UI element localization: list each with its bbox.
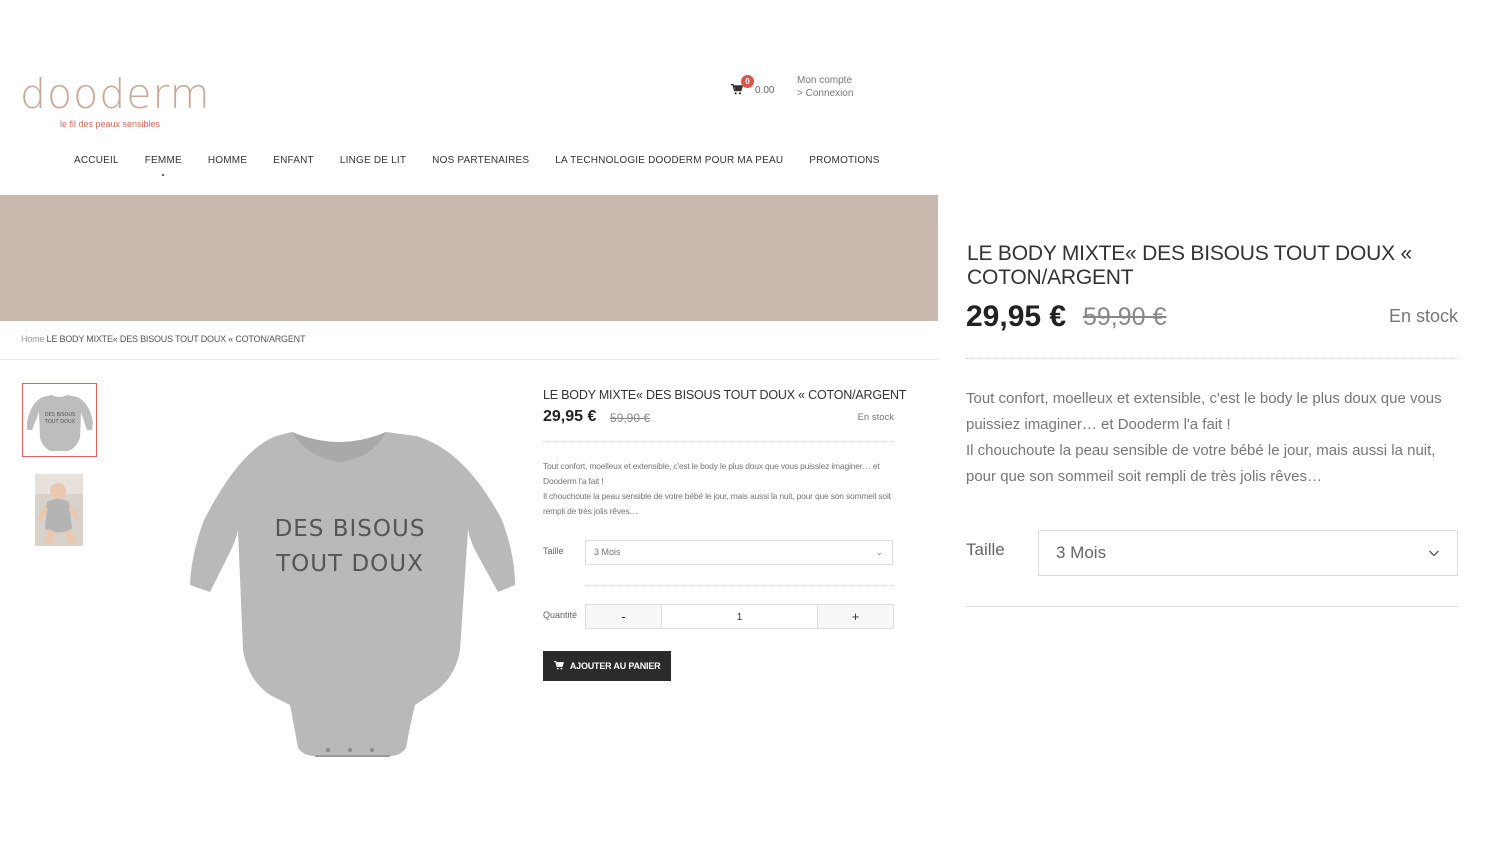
login-link[interactable]: > Connexion	[797, 87, 853, 100]
breadcrumb: Home LE BODY MIXTE« DES BISOUS TOUT DOUX…	[21, 334, 305, 344]
shopping-cart-icon	[731, 83, 744, 98]
quantity-decrease-button[interactable]: -	[586, 605, 661, 628]
quantity-label: Quantité	[543, 610, 578, 620]
zoom-size-select[interactable]: 3 Mois	[1038, 530, 1458, 576]
product-title: LE BODY MIXTE« DES BISOUS TOUT DOUX « CO…	[543, 388, 907, 402]
chevron-down-icon	[1429, 531, 1439, 575]
shopping-cart-icon	[553, 660, 566, 671]
product-description: Tout confort, moelleux et extensible, c'…	[543, 459, 893, 519]
add-to-cart-label: AJOUTER AU PANIER	[569, 661, 661, 671]
nav-item-nos-partenaires[interactable]: NOS PARTENAIRES	[432, 155, 529, 171]
quantity-stepper: - 1 +	[585, 604, 894, 629]
zoom-product-old-price: 59,90 €	[1083, 303, 1167, 331]
main-nav: ACCUEIL FEMME HOMME ENFANT LINGE DE LIT …	[74, 155, 906, 176]
divider	[966, 606, 1458, 607]
divider	[543, 441, 894, 442]
cart-widget[interactable]: 0 0.00	[731, 75, 791, 102]
nav-item-linge-de-lit[interactable]: LINGE DE LIT	[340, 155, 406, 171]
stock-status: En stock	[857, 412, 894, 423]
zoom-description-paragraph-2: Il chouchoute la peau sensible de votre …	[966, 442, 1436, 485]
cart-total: 0.00	[755, 85, 775, 96]
zoom-stock-status: En stock	[1388, 306, 1458, 326]
nav-item-enfant[interactable]: ENFANT	[273, 155, 314, 171]
product-old-price: 59,90 €	[610, 411, 651, 425]
product-thumbnail-2[interactable]	[35, 474, 83, 546]
breadcrumb-current: LE BODY MIXTE« DES BISOUS TOUT DOUX « CO…	[46, 334, 306, 344]
nav-item-promotions[interactable]: PROMOTIONS	[809, 155, 879, 171]
divider	[0, 359, 938, 360]
add-to-cart-button[interactable]: AJOUTER AU PANIER	[543, 651, 671, 681]
zoom-description-paragraph-1: Tout confort, moelleux et extensible, c'…	[966, 390, 1442, 433]
zoom-product-title: LE BODY MIXTE« DES BISOUS TOUT DOUX « CO…	[967, 242, 1413, 289]
nav-item-accueil[interactable]: ACCUEIL	[74, 155, 119, 171]
zoom-product-price: 29,95 €	[966, 300, 1067, 333]
account-link[interactable]: Mon compte	[797, 74, 853, 87]
size-select-value: 3 Mois	[594, 547, 621, 557]
zoom-size-select-value: 3 Mois	[1056, 543, 1107, 562]
size-label: Taille	[543, 546, 564, 556]
logo[interactable]: dooderm le fil des peaux sensibles	[20, 70, 210, 130]
description-paragraph-2: Il chouchoute la peau sensible de votre …	[543, 491, 891, 516]
product-thumbnail-1[interactable]: DES BISOUS TOUT DOUX	[22, 383, 97, 457]
chevron-down-icon: ⌄	[875, 547, 883, 557]
svg-text:DES BISOUS: DES BISOUS	[45, 412, 76, 418]
print-line-1: DES BISOUS	[275, 516, 426, 542]
svg-text:TOUT DOUX: TOUT DOUX	[44, 419, 76, 425]
zoom-product-description: Tout confort, moelleux et extensible, c'…	[966, 386, 1466, 490]
print-line-2: TOUT DOUX	[275, 551, 424, 577]
quantity-increase-button[interactable]: +	[818, 605, 893, 628]
quantity-input[interactable]: 1	[661, 605, 818, 628]
cart-count-badge: 0	[741, 75, 754, 88]
divider	[585, 585, 894, 586]
description-paragraph-1: Tout confort, moelleux et extensible, c'…	[543, 461, 880, 486]
size-select[interactable]: 3 Mois ⌄	[585, 540, 893, 565]
nav-item-technologie[interactable]: LA TECHNOLOGIE DOODERM POUR MA PEAU	[555, 155, 783, 171]
logo-wordmark: dooderm	[20, 70, 211, 118]
divider	[966, 358, 1458, 359]
product-main-image[interactable]: DES BISOUS TOUT DOUX	[110, 380, 520, 770]
nav-item-femme[interactable]: FEMME	[145, 155, 182, 176]
product-price: 29,95 €	[543, 408, 597, 425]
zoom-size-label: Taille	[966, 540, 1005, 559]
account-menu[interactable]: Mon compte > Connexion	[797, 74, 853, 100]
page-banner	[0, 195, 938, 321]
breadcrumb-home-link[interactable]: Home	[21, 334, 44, 344]
nav-item-homme[interactable]: HOMME	[208, 155, 247, 171]
logo-tagline: le fil des peaux sensibles	[60, 119, 161, 129]
